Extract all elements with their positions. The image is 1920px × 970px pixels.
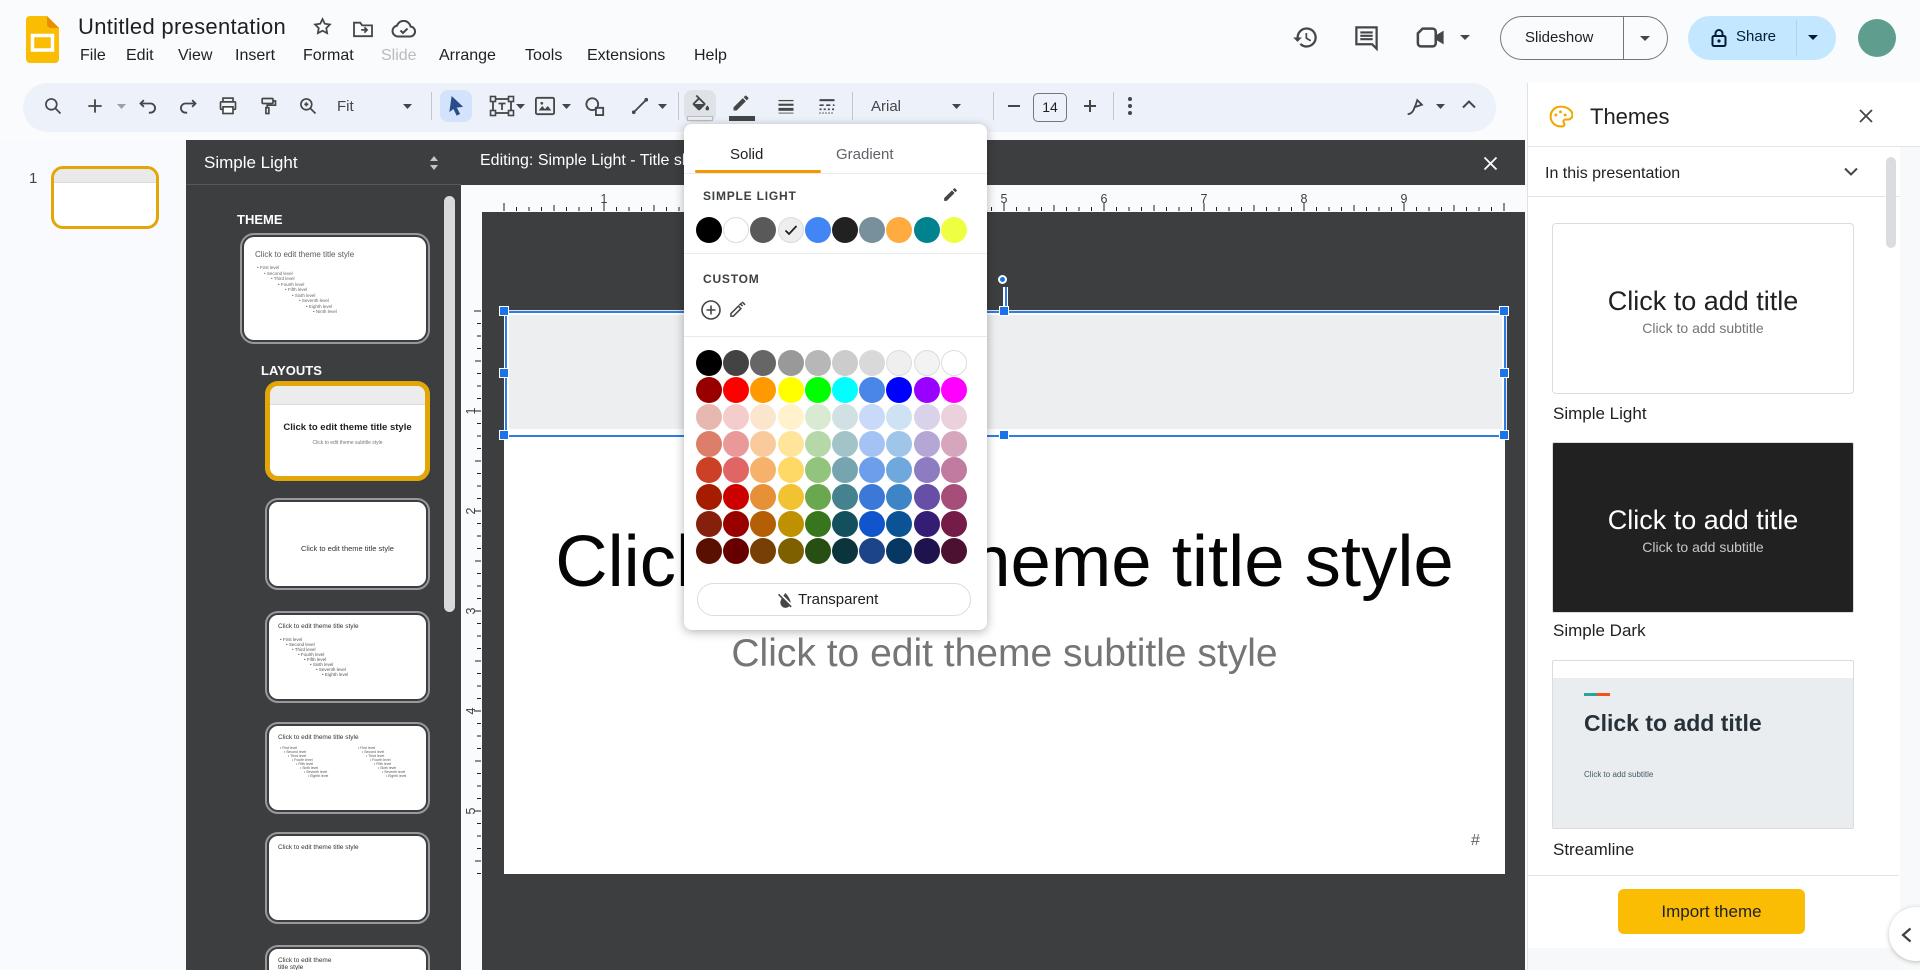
svg-text:5: 5 — [464, 807, 478, 814]
svg-text:7: 7 — [1201, 192, 1208, 206]
svg-text:8: 8 — [1301, 192, 1308, 206]
svg-text:4: 4 — [464, 707, 478, 714]
svg-text:1: 1 — [464, 407, 478, 414]
svg-text:6: 6 — [1101, 192, 1108, 206]
svg-text:3: 3 — [464, 607, 478, 614]
svg-text:9: 9 — [1401, 192, 1408, 206]
svg-text:5: 5 — [1001, 192, 1008, 206]
svg-text:1: 1 — [601, 192, 608, 206]
svg-text:2: 2 — [464, 507, 478, 514]
